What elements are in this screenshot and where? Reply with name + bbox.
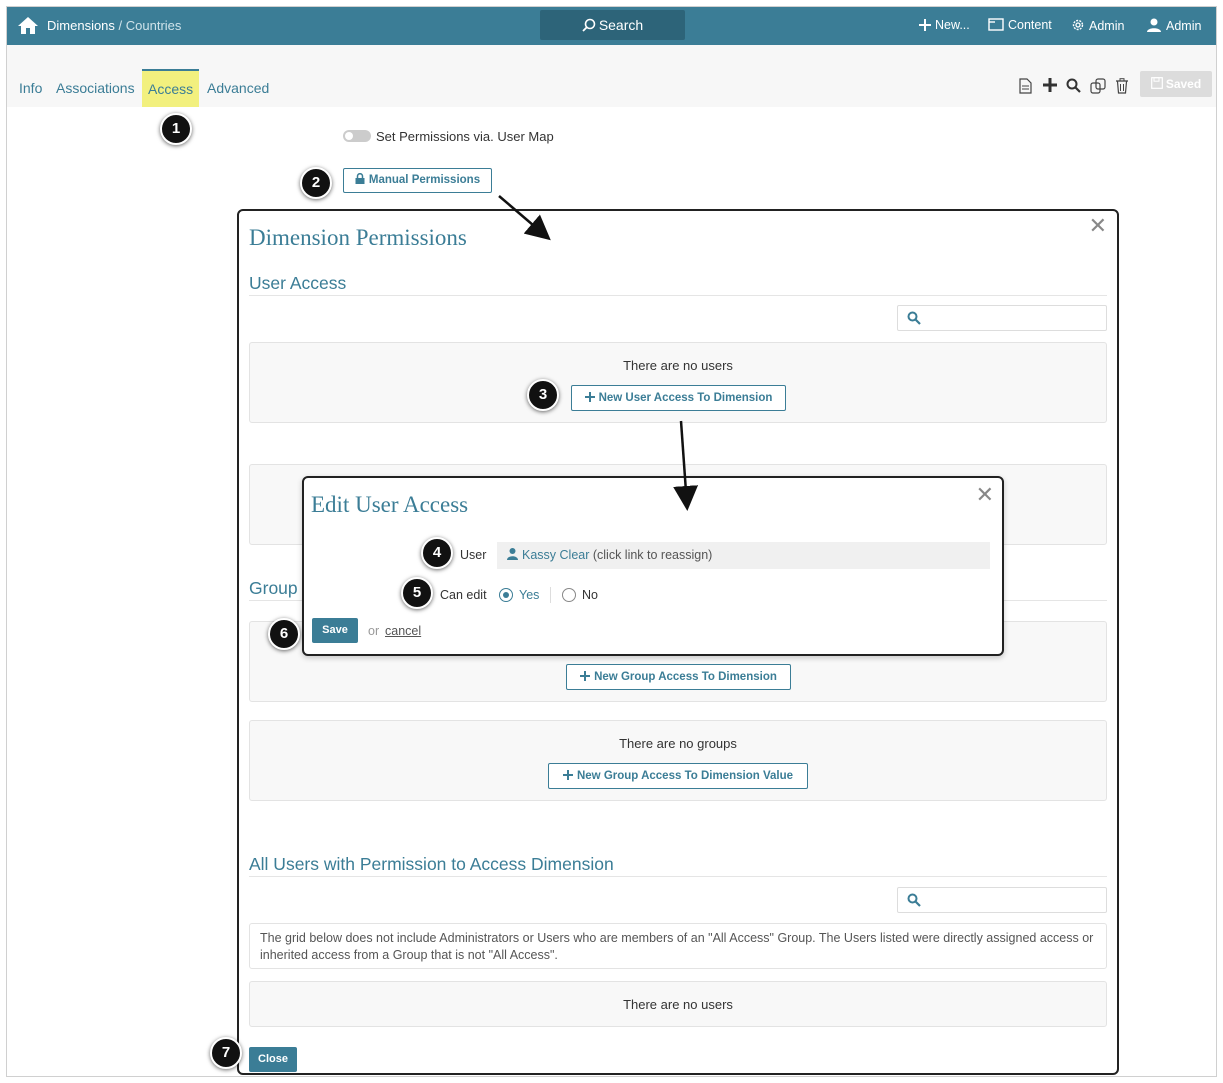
user-map-toggle-label: Set Permissions via. User Map <box>376 129 554 144</box>
step-badge-4: 4 <box>421 537 453 569</box>
search-icon <box>582 18 596 32</box>
user-icon <box>1147 18 1161 32</box>
panel-title: Dimension Permissions <box>249 225 467 250</box>
tab-associations[interactable]: Associations <box>56 80 135 96</box>
new-menu[interactable]: New... <box>919 18 970 32</box>
all-users-well: There are no users <box>249 981 1107 1027</box>
radio-divider <box>550 587 551 603</box>
admin-label: Admin <box>1089 19 1125 33</box>
add-icon[interactable] <box>1043 78 1057 97</box>
document-icon[interactable] <box>1019 78 1032 99</box>
plus-icon <box>562 770 573 780</box>
user-field: Kassy Clear (click link to reassign) <box>497 542 990 569</box>
lock-icon <box>355 172 365 184</box>
gear-icon <box>1072 19 1084 31</box>
no-groups-text: There are no groups <box>619 736 737 751</box>
step-badge-7: 7 <box>210 1037 242 1069</box>
app-window: Dimensions / Countries Search New... Con… <box>6 6 1217 1077</box>
no-users-text: There are no users <box>623 358 733 373</box>
group-value-well: There are no groups New Group Access To … <box>249 720 1107 801</box>
user-menu[interactable]: Admin <box>1146 18 1201 33</box>
can-edit-yes-radio[interactable] <box>499 588 513 602</box>
admin-menu[interactable]: Admin <box>1071 18 1124 33</box>
new-user-access-label: New User Access To Dimension <box>598 392 773 404</box>
user-icon <box>507 548 518 560</box>
step-badge-6: 6 <box>268 618 300 650</box>
cancel-link[interactable]: cancel <box>385 624 421 638</box>
breadcrumb-dimensions[interactable]: Dimensions <box>47 18 115 33</box>
edit-user-access-modal: ✕ Edit User Access User Kassy Clear (cli… <box>302 476 1004 656</box>
new-group-access-label: New Group Access To Dimension <box>594 671 777 683</box>
copy-icon[interactable] <box>1090 78 1106 99</box>
manual-permissions-button[interactable]: Manual Permissions <box>343 168 492 193</box>
step-badge-3: 3 <box>527 379 559 411</box>
search-icon[interactable] <box>1066 78 1081 98</box>
user-access-well: There are no users New User Access To Di… <box>249 342 1107 423</box>
breadcrumb: Dimensions / Countries <box>47 18 181 33</box>
modal-title: Edit User Access <box>311 492 469 517</box>
user-access-search-input[interactable] <box>897 305 1107 331</box>
all-users-search-input[interactable] <box>897 887 1107 913</box>
content-label: Content <box>1008 18 1052 32</box>
close-icon[interactable]: ✕ <box>976 482 994 508</box>
folder-icon <box>988 18 1004 31</box>
save-disk-icon <box>1150 77 1163 89</box>
search-icon <box>907 893 921 907</box>
tab-advanced[interactable]: Advanced <box>207 80 269 96</box>
can-edit-yes-label: Yes <box>519 588 540 602</box>
breadcrumb-current: Countries <box>125 18 182 33</box>
step-badge-5: 5 <box>401 577 433 609</box>
plus-icon <box>919 19 931 31</box>
step-badge-2: 2 <box>300 167 332 199</box>
can-edit-no-radio[interactable] <box>562 588 576 602</box>
or-text: or <box>368 624 380 638</box>
new-user-access-button[interactable]: New User Access To Dimension <box>571 385 786 411</box>
close-button[interactable]: Close <box>249 1047 297 1072</box>
trash-icon[interactable] <box>1115 78 1129 99</box>
tab-bar: Info Associations Access Advanced Saved <box>7 45 1216 107</box>
search-label: Search <box>598 17 644 33</box>
top-navigation-bar: Dimensions / Countries Search New... Con… <box>7 7 1216 45</box>
tab-access[interactable]: Access <box>142 69 200 107</box>
breadcrumb-separator: / <box>114 18 126 33</box>
search-icon <box>907 311 921 325</box>
new-group-access-button[interactable]: New Group Access To Dimension <box>566 664 791 690</box>
no-users-text: There are no users <box>623 997 733 1012</box>
saved-label: Saved <box>1165 77 1202 91</box>
group-access-title: Group <box>249 578 298 598</box>
divider <box>249 295 1107 296</box>
saved-button[interactable]: Saved <box>1140 71 1212 97</box>
user-hint: (click link to reassign) <box>589 548 713 562</box>
can-edit-label: Can edit <box>440 588 487 602</box>
plus-icon <box>584 392 595 402</box>
manual-permissions-label: Manual Permissions <box>368 174 481 186</box>
divider <box>249 876 1107 877</box>
step-badge-1: 1 <box>160 113 192 145</box>
user-map-toggle[interactable] <box>343 130 371 142</box>
global-search-button[interactable]: Search <box>540 10 685 40</box>
user-field-label: User <box>460 548 487 562</box>
new-group-value-access-label: New Group Access To Dimension Value <box>576 770 793 782</box>
user-label: Admin <box>1166 19 1202 33</box>
home-icon[interactable] <box>17 15 39 35</box>
user-access-title: User Access <box>249 273 347 293</box>
tab-info[interactable]: Info <box>19 80 42 96</box>
save-button[interactable]: Save <box>312 618 358 643</box>
can-edit-no-label: No <box>582 588 598 602</box>
content-menu[interactable]: Content <box>988 18 1052 32</box>
plus-icon <box>580 671 591 681</box>
close-icon[interactable]: ✕ <box>1089 213 1107 239</box>
user-reassign-link[interactable]: Kassy Clear <box>522 548 589 562</box>
new-label: New... <box>935 18 970 32</box>
all-users-title: All Users with Permission to Access Dime… <box>249 854 614 874</box>
new-group-value-access-button[interactable]: New Group Access To Dimension Value <box>548 763 808 789</box>
access-note: The grid below does not include Administ… <box>249 923 1107 969</box>
